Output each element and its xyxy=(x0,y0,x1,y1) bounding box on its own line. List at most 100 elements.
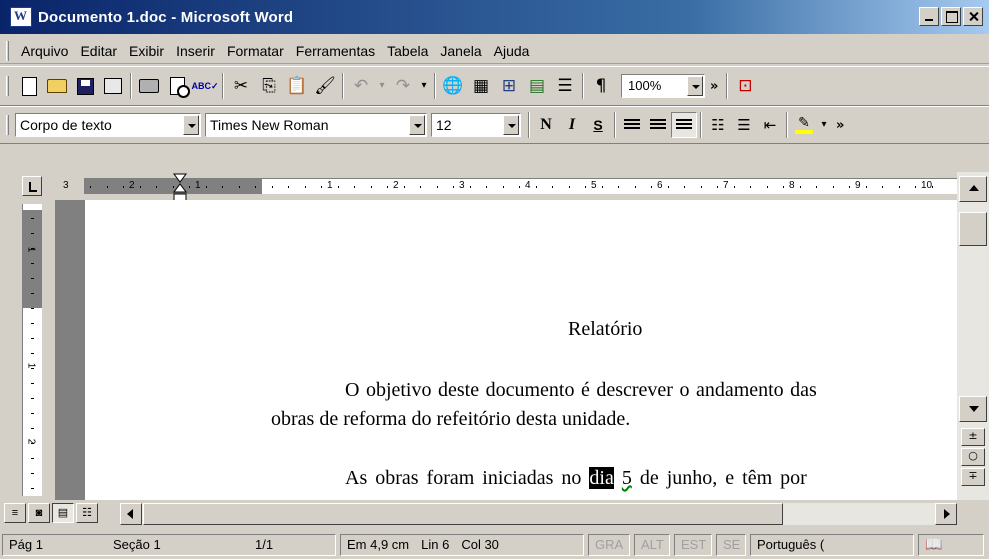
cut-button[interactable]: ✂ xyxy=(227,72,255,100)
highlight-dropdown[interactable]: ▾ xyxy=(817,111,831,139)
underline-button[interactable]: S xyxy=(585,112,611,138)
font-size-select[interactable]: 12 xyxy=(431,113,521,137)
hyperlink-button[interactable]: 🌐 xyxy=(439,72,467,100)
office-assistant-button[interactable]: ⊡ xyxy=(731,72,759,100)
tables-borders-button[interactable]: ▦ xyxy=(467,72,495,100)
paragraph-1-line-2: obras de reforma do refeitório desta uni… xyxy=(271,408,631,430)
status-language[interactable]: Português ( xyxy=(750,534,914,556)
insert-table-button[interactable]: ⊞ xyxy=(495,72,523,100)
menu-editar[interactable]: Editar xyxy=(74,41,123,61)
align-center-button[interactable] xyxy=(645,112,671,138)
toolbar-grip[interactable] xyxy=(6,115,9,135)
menu-tabela[interactable]: Tabela xyxy=(381,41,434,61)
status-overtype[interactable]: SE xyxy=(716,534,746,556)
decrease-indent-button[interactable]: ⇤ xyxy=(757,112,783,138)
undo-button[interactable]: ↶ xyxy=(347,72,375,100)
zoom-select[interactable]: 100% xyxy=(621,74,705,98)
bullets-button[interactable]: ☰ xyxy=(731,112,757,138)
show-hide-button[interactable]: ¶ xyxy=(587,72,615,100)
new-document-button[interactable] xyxy=(15,72,43,100)
ruler-tick xyxy=(288,186,289,188)
maximize-button[interactable] xyxy=(941,7,961,26)
menu-janela[interactable]: Janela xyxy=(434,41,487,61)
menu-ajuda[interactable]: Ajuda xyxy=(488,41,536,61)
vertical-ruler-number: 1 xyxy=(25,246,37,253)
save-button[interactable] xyxy=(71,72,99,100)
scroll-left-button[interactable] xyxy=(120,503,142,525)
menu-formatar[interactable]: Formatar xyxy=(221,41,290,61)
status-track-changes[interactable]: ALT xyxy=(634,534,670,556)
vertical-ruler[interactable]: 1 1 2 xyxy=(22,204,42,496)
italic-button[interactable]: I xyxy=(559,112,585,138)
paste-button[interactable]: 📋 xyxy=(283,72,311,100)
justify-button[interactable] xyxy=(671,112,697,138)
scroll-down-button[interactable] xyxy=(959,396,987,422)
outline-view-button[interactable]: ☷ xyxy=(76,503,98,523)
spelling-icon: ABC✓ xyxy=(191,80,219,91)
font-dropdown-arrow[interactable] xyxy=(409,115,425,135)
menubar-grip[interactable] xyxy=(6,40,9,61)
style-dropdown-arrow[interactable] xyxy=(183,115,199,135)
style-select[interactable]: Corpo de texto xyxy=(15,113,201,137)
justify-icon xyxy=(676,119,692,131)
font-size-dropdown-arrow[interactable] xyxy=(503,115,519,135)
align-left-button[interactable] xyxy=(619,112,645,138)
insert-excel-button[interactable]: ▤ xyxy=(523,72,551,100)
menu-ferramentas[interactable]: Ferramentas xyxy=(290,41,381,61)
horizontal-ruler[interactable]: 3211234567891011 xyxy=(63,178,989,194)
status-spelling-check[interactable]: 📖 xyxy=(918,534,984,556)
columns-button[interactable]: ☰ xyxy=(551,72,579,100)
menu-arquivo[interactable]: Arquivo xyxy=(15,41,74,61)
highlighter-pen-icon: ✎ xyxy=(798,115,810,131)
word-app-icon[interactable] xyxy=(10,7,32,27)
ruler-tick xyxy=(205,186,207,188)
spelling-button[interactable]: ABC✓ xyxy=(191,72,219,100)
ruler-number: 5 xyxy=(591,180,597,191)
redo-dropdown[interactable]: ▾ xyxy=(417,72,431,100)
menu-exibir[interactable]: Exibir xyxy=(123,41,170,61)
document-page[interactable]: Relatório O objetivo deste documento é d… xyxy=(85,200,957,500)
ruler-number: 2 xyxy=(129,180,135,191)
close-button[interactable] xyxy=(963,7,983,26)
highlight-button[interactable]: ✎ xyxy=(791,112,817,138)
print-preview-button[interactable] xyxy=(163,72,191,100)
vertical-scrollbar[interactable]: ± ○ ∓ xyxy=(957,172,989,516)
format-painter-button[interactable]: 🖌 xyxy=(311,72,339,100)
horizontal-scroll-thumb[interactable] xyxy=(143,503,783,525)
web-layout-button[interactable]: ◙ xyxy=(28,503,50,523)
zoom-dropdown-arrow[interactable] xyxy=(687,76,703,96)
ruler-tick xyxy=(717,186,718,188)
toolbar-grip[interactable] xyxy=(6,76,9,96)
print-button[interactable] xyxy=(135,72,163,100)
status-macro-recorder[interactable]: GRA xyxy=(588,534,630,556)
highlight-color-swatch xyxy=(795,130,813,134)
underline-label: S xyxy=(593,117,603,133)
normal-view-button[interactable]: ≡ xyxy=(4,503,26,523)
scroll-up-button[interactable] xyxy=(959,176,987,202)
font-select[interactable]: Times New Roman xyxy=(205,113,427,137)
ruler-tick xyxy=(420,186,421,188)
minimize-button[interactable] xyxy=(919,7,939,26)
open-button[interactable] xyxy=(43,72,71,100)
toolbar-options-chevron[interactable]: » xyxy=(831,118,849,133)
email-button[interactable] xyxy=(99,72,127,100)
status-extend-selection[interactable]: EST xyxy=(674,534,712,556)
copy-button[interactable]: ⎘ xyxy=(255,72,283,100)
tab-selector-button[interactable] xyxy=(22,176,42,196)
ruler-number: 10 xyxy=(921,180,933,191)
redo-button[interactable]: ↷ xyxy=(389,72,417,100)
scroll-right-button[interactable] xyxy=(935,503,957,525)
menu-inserir[interactable]: Inserir xyxy=(170,41,221,61)
undo-dropdown[interactable]: ▾ xyxy=(375,72,389,100)
previous-page-button[interactable]: ± xyxy=(961,428,985,446)
toolbar-separator xyxy=(700,112,702,138)
print-layout-button[interactable]: ▤ xyxy=(52,503,74,523)
bold-button[interactable]: N xyxy=(533,112,559,138)
toolbar-options-chevron[interactable]: » xyxy=(705,79,723,94)
numbering-button[interactable]: ☷ xyxy=(705,112,731,138)
horizontal-scrollbar[interactable] xyxy=(120,503,957,525)
ruler-tick xyxy=(618,186,619,188)
vertical-scroll-thumb[interactable] xyxy=(959,212,987,246)
next-page-button[interactable]: ∓ xyxy=(961,468,985,486)
select-browse-object-button[interactable]: ○ xyxy=(961,448,985,466)
